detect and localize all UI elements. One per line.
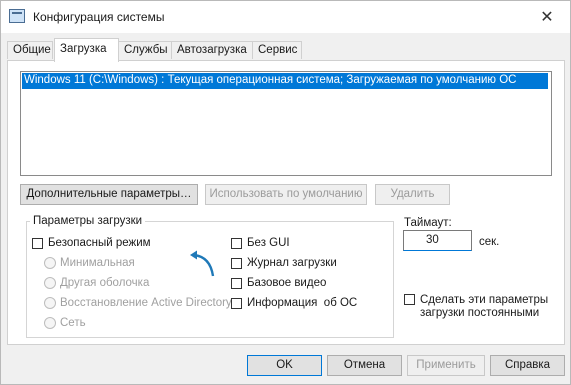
- set-as-default-button[interactable]: Использовать по умолчанию: [205, 184, 367, 205]
- boot-tab-panel: Windows 11 (C:\Windows) : Текущая операц…: [7, 60, 565, 345]
- checkbox-box[interactable]: [32, 237, 43, 249]
- no-gui-label: Без GUI: [247, 237, 290, 249]
- delete-button[interactable]: Удалить: [375, 184, 450, 205]
- tab-tools[interactable]: Сервис: [252, 41, 302, 59]
- tab-services[interactable]: Службы: [118, 41, 172, 59]
- cancel-button[interactable]: Отмена: [327, 355, 402, 376]
- alternate-shell-radio[interactable]: Другая оболочка: [44, 277, 149, 289]
- make-permanent-line-2: загрузки постоянными: [420, 307, 540, 319]
- radio-circle[interactable]: [44, 257, 56, 269]
- checkbox-box[interactable]: [404, 294, 415, 305]
- network-radio[interactable]: Сеть: [44, 317, 86, 329]
- checkbox-box[interactable]: [231, 237, 242, 249]
- radio-circle[interactable]: [44, 277, 56, 289]
- ad-repair-label: Восстановление Active Directory: [60, 297, 232, 309]
- tab-boot[interactable]: Загрузка: [54, 38, 119, 62]
- msconfig-app-icon: [9, 9, 25, 23]
- boot-log-label: Журнал загрузки: [247, 257, 337, 269]
- os-list[interactable]: Windows 11 (C:\Windows) : Текущая операц…: [20, 71, 552, 176]
- timeout-input[interactable]: 30: [403, 230, 472, 251]
- radio-circle[interactable]: [44, 317, 56, 329]
- tab-startup[interactable]: Автозагрузка: [171, 41, 253, 59]
- make-permanent-label: Сделать эти параметры загрузки постоянны…: [420, 294, 548, 320]
- ok-button[interactable]: OK: [247, 355, 322, 376]
- ad-repair-radio[interactable]: Восстановление Active Directory: [44, 297, 232, 309]
- base-video-checkbox[interactable]: Базовое видео: [231, 277, 326, 289]
- timeout-unit: сек.: [479, 236, 500, 248]
- checkbox-box[interactable]: [231, 297, 242, 309]
- safe-mode-checkbox[interactable]: Безопасный режим: [32, 237, 151, 249]
- minimal-label: Минимальная: [60, 257, 135, 269]
- tab-general[interactable]: Общие: [7, 41, 53, 59]
- system-configuration-window: Конфигурация системы ✕ Общие Загрузка Сл…: [0, 0, 571, 385]
- minimal-radio[interactable]: Минимальная: [44, 257, 135, 269]
- no-gui-checkbox[interactable]: Без GUI: [231, 237, 290, 249]
- checkbox-box[interactable]: [231, 277, 242, 289]
- help-button[interactable]: Справка: [490, 355, 565, 376]
- alternate-shell-label: Другая оболочка: [60, 277, 150, 289]
- radio-circle[interactable]: [44, 297, 56, 309]
- network-label: Сеть: [60, 317, 86, 329]
- os-info-label: Информация об ОС: [247, 297, 358, 309]
- checkbox-box[interactable]: [231, 257, 242, 269]
- window-title: Конфигурация системы: [33, 10, 165, 24]
- make-permanent-line-1: Сделать эти параметры: [420, 294, 549, 306]
- boot-options-title: Параметры загрузки: [30, 215, 146, 227]
- title-bar: Конфигурация системы ✕: [1, 1, 570, 33]
- boot-log-checkbox[interactable]: Журнал загрузки: [231, 257, 337, 269]
- os-list-item[interactable]: Windows 11 (C:\Windows) : Текущая операц…: [22, 73, 548, 89]
- close-icon[interactable]: ✕: [524, 1, 570, 33]
- os-info-checkbox[interactable]: Информация об ОС: [231, 297, 357, 309]
- advanced-options-button[interactable]: Дополнительные параметры…: [20, 184, 198, 205]
- make-permanent-checkbox[interactable]: [404, 294, 420, 305]
- timeout-label: Таймаут:: [404, 217, 452, 229]
- safe-mode-label: Безопасный режим: [48, 237, 151, 249]
- base-video-label: Базовое видео: [247, 277, 327, 289]
- apply-button[interactable]: Применить: [407, 355, 485, 376]
